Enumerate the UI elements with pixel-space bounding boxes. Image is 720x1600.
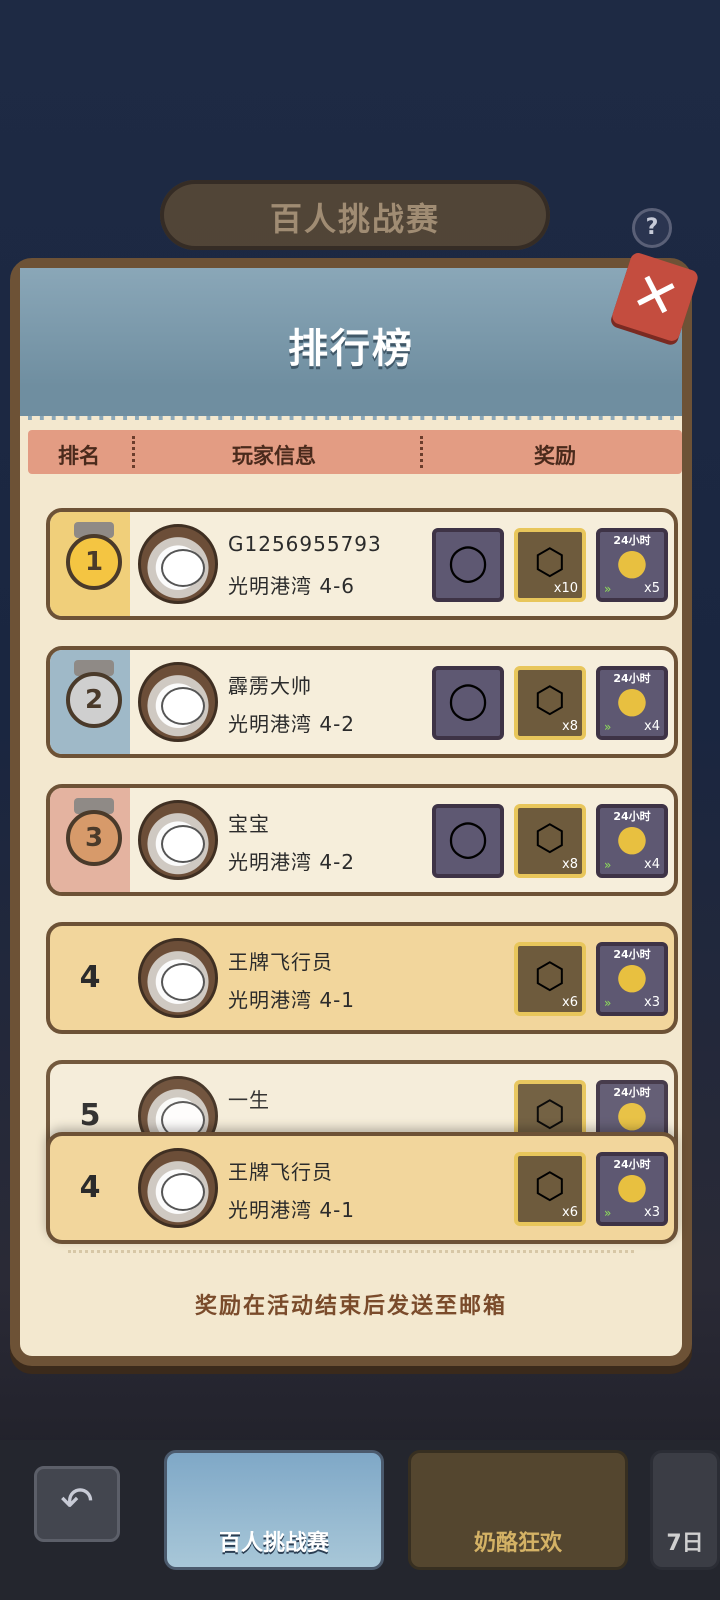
tab-hundred-challenge[interactable]: 百人挑战赛 [164,1450,384,1570]
avatar[interactable] [138,524,218,604]
avatar-frame-reward-icon[interactable]: ◯ [432,528,504,602]
leaderboard-row[interactable]: 4 王牌飞行员 光明港湾 4-1 ⬡ x6 24小时 ●» x3 [46,922,678,1034]
tab-label: 奶酪狂欢 [473,1531,562,1556]
leaderboard-row[interactable]: 2 霹雳大帅 光明港湾 4-2 ◯ ⬡ x8 24小时 ●» x4 [46,646,678,758]
rank-number: 5 [79,1098,101,1133]
rank-cell: 3 [50,788,130,892]
avatar[interactable] [138,938,218,1018]
back-button[interactable]: ↶ [34,1466,120,1542]
panel-header: 排行榜 [20,268,682,420]
avatar-frame-reward-icon[interactable]: ◯ [432,804,504,878]
column-rank: 排名 [58,444,100,468]
cube-reward-icon[interactable]: ⬡ x8 [514,804,586,878]
rank-number: 4 [79,1170,101,1205]
help-button[interactable]: ? [632,208,672,248]
rank-cell: 2 [50,650,130,754]
tab-label: 百人挑战赛 [218,1531,329,1556]
coin-reward-icon[interactable]: 24小时 ●» x4 [596,804,668,878]
avatar[interactable] [138,1148,218,1228]
player-level: 光明港湾 4-6 [228,574,356,598]
player-name: 王牌飞行员 [228,1160,333,1184]
player-level: 光明港湾 4-2 [228,712,356,736]
rank-number: 4 [79,960,101,995]
cube-reward-icon[interactable]: ⬡ x6 [514,942,586,1016]
my-rank-row[interactable]: 4 王牌飞行员 光明港湾 4-1 ⬡ x6 24小时 ●» x3 [46,1132,678,1244]
coin-reward-icon[interactable]: 24小时 ●» x5 [596,528,668,602]
divider [68,1250,634,1253]
gold-medal-icon: 1 [66,534,122,590]
event-banner-title: 百人挑战赛 [269,200,440,238]
coin-reward-icon[interactable]: 24小时 ●» x4 [596,666,668,740]
tab-seven-day[interactable]: 7日 [650,1450,720,1570]
player-level: 光明港湾 4-1 [228,988,356,1012]
rank-cell: 1 [50,512,130,616]
player-name: 一生 [228,1088,270,1112]
column-header: 排名 玩家信息 奖励 [28,430,682,474]
player-name: 宝宝 [228,812,270,836]
avatar[interactable] [138,662,218,742]
silver-medal-icon: 2 [66,672,122,728]
coin-reward-icon[interactable]: 24小时 ●» x3 [596,942,668,1016]
player-name: G1256955793 [228,532,382,556]
avatar-frame-reward-icon[interactable]: ◯ [432,666,504,740]
tab-label: 7日 [666,1531,704,1556]
footer-note: 奖励在活动结束后发送至邮箱 [194,1294,507,1319]
cube-reward-icon[interactable]: ⬡ x8 [514,666,586,740]
avatar[interactable] [138,800,218,880]
leaderboard-row[interactable]: 1 G1256955793 光明港湾 4-6 ◯ ⬡ x10 24小时 ●» x5 [46,508,678,620]
cube-reward-icon[interactable]: ⬡ x10 [514,528,586,602]
coin-reward-icon[interactable]: 24小时 ●» x3 [596,1152,668,1226]
tab-cheese-carnival[interactable]: 奶酪狂欢 [408,1450,628,1570]
leaderboard-row[interactable]: 3 宝宝 光明港湾 4-2 ◯ ⬡ x8 24小时 ●» x4 [46,784,678,896]
player-name: 王牌飞行员 [228,950,333,974]
event-banner: 百人挑战赛 [160,180,550,250]
column-player: 玩家信息 [232,444,316,468]
bronze-medal-icon: 3 [66,810,122,866]
column-reward: 奖励 [534,444,576,468]
panel-title: 排行榜 [288,326,414,372]
player-level: 光明港湾 4-2 [228,850,356,874]
cube-reward-icon[interactable]: ⬡ x6 [514,1152,586,1226]
player-name: 霹雳大帅 [228,674,312,698]
player-level: 光明港湾 4-1 [228,1198,356,1222]
leaderboard-panel: 排行榜 ✕ 排名 玩家信息 奖励 1 G1256955793 光明港湾 4-6 … [10,250,700,1366]
